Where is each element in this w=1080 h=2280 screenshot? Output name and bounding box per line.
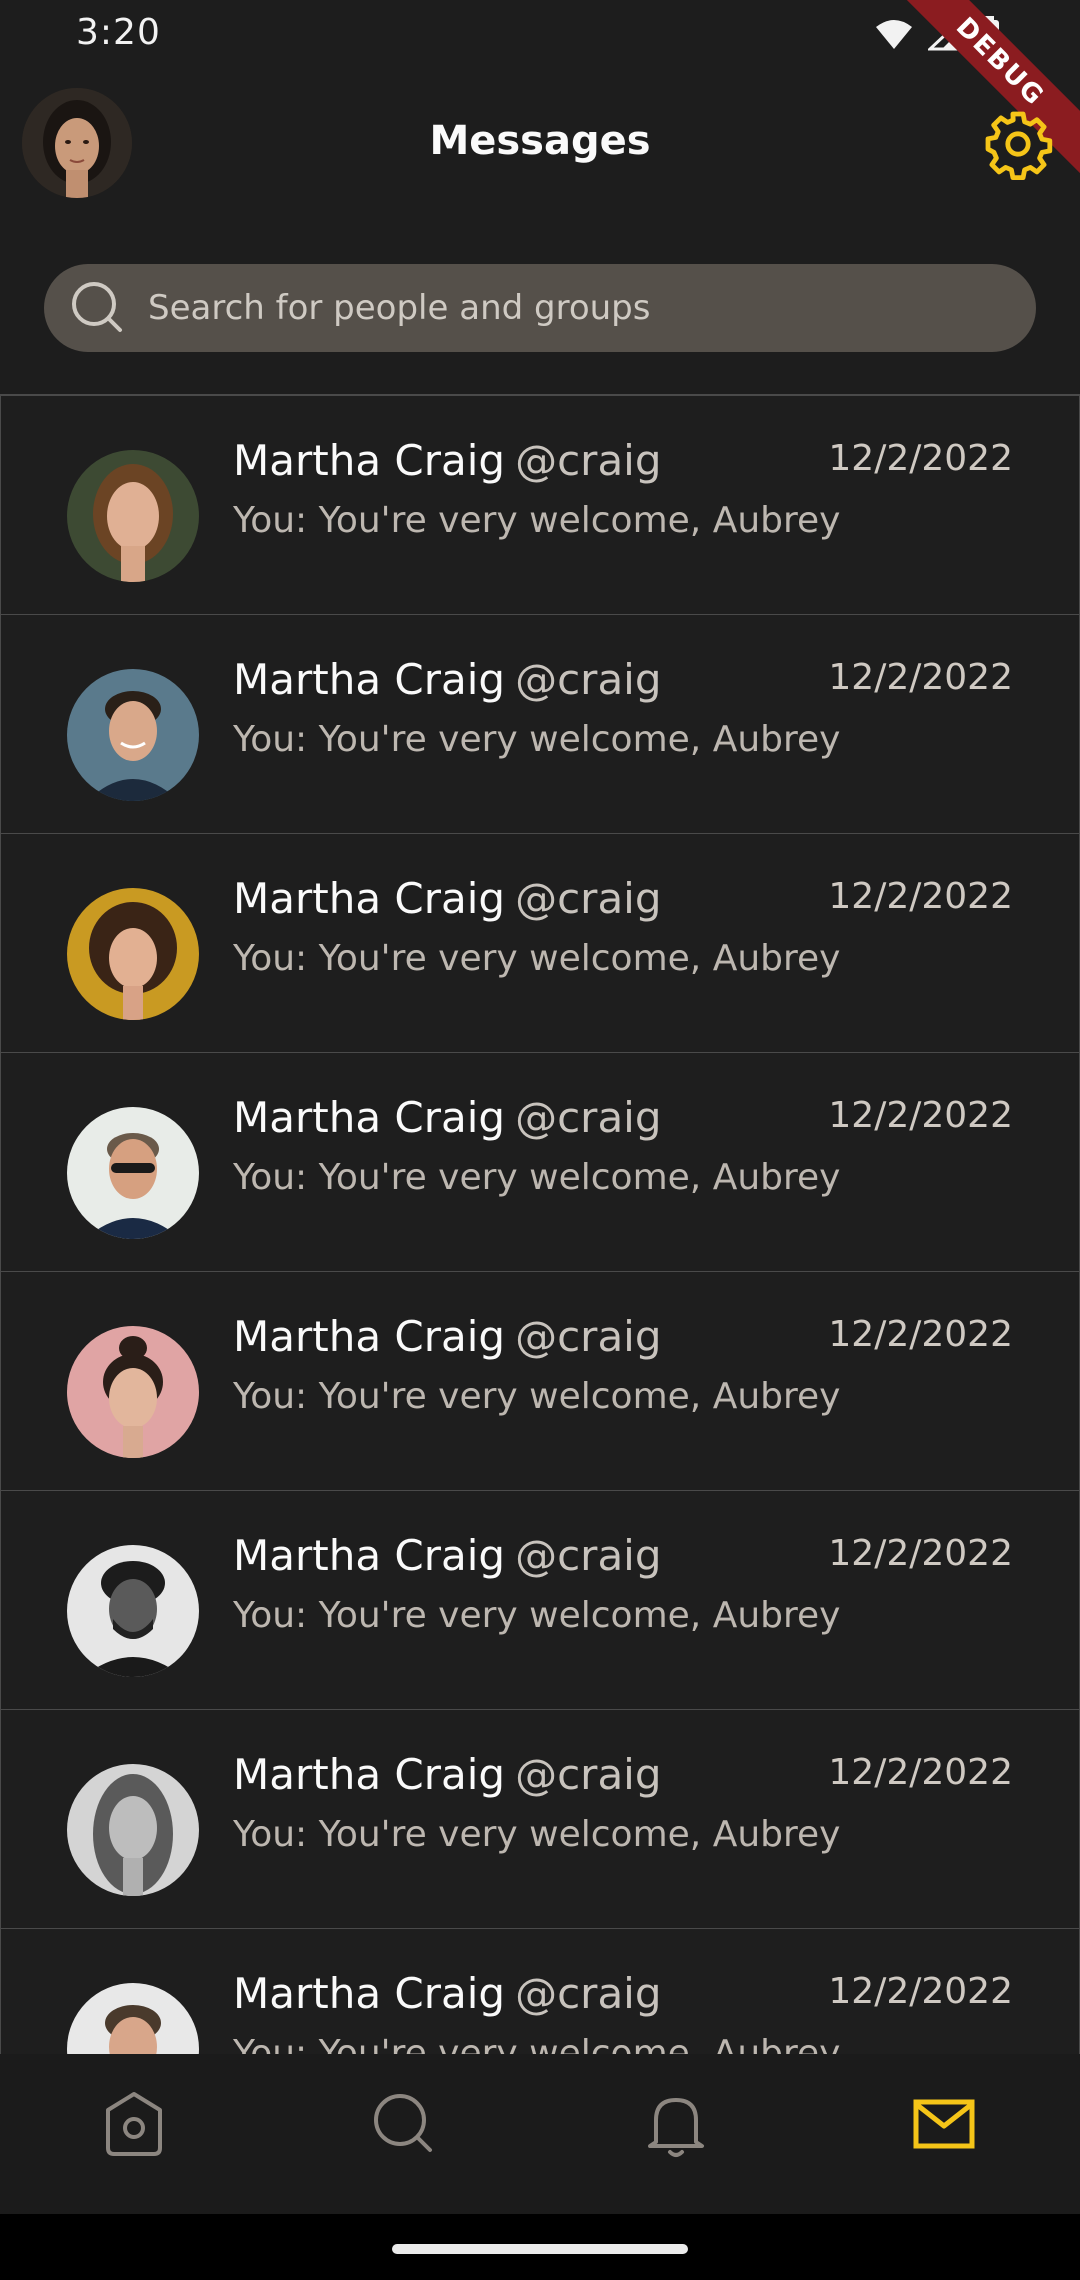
page-title: Messages — [429, 118, 651, 164]
message-row[interactable]: Martha Craig @craig 12/2/2022 You: You're… — [0, 1491, 1080, 1710]
contact-avatar — [67, 1326, 199, 1458]
contact-name-line: Martha Craig @craig — [233, 1312, 662, 1361]
contact-name-line: Martha Craig @craig — [233, 655, 662, 704]
contact-avatar — [67, 1545, 199, 1677]
message-row[interactable]: Martha Craig @craig 12/2/2022 You: You're… — [0, 1710, 1080, 1929]
contact-handle: @craig — [515, 1969, 662, 2018]
search-bar[interactable] — [44, 264, 1036, 352]
message-row[interactable]: Martha Craig @craig 12/2/2022 You: You're… — [0, 1053, 1080, 1272]
wifi-icon — [876, 20, 912, 49]
message-preview: You: You're very welcome, Aubrey — [233, 1814, 841, 1855]
home-indicator[interactable] — [392, 2244, 688, 2254]
message-list[interactable]: Martha Craig @craig 12/2/2022 You: You're… — [0, 394, 1080, 2056]
nav-search-button[interactable] — [364, 2084, 444, 2164]
bell-icon — [648, 2098, 704, 2157]
search-icon — [374, 2094, 432, 2152]
message-preview: You: You're very welcome, Aubrey — [233, 1157, 841, 1198]
message-row[interactable]: Martha Craig @craig 12/2/2022 You: You're… — [0, 396, 1080, 615]
message-row[interactable]: Martha Craig @craig 12/2/2022 You: You're… — [0, 615, 1080, 834]
contact-handle: @craig — [515, 1093, 662, 1142]
bottom-nav — [0, 2054, 1080, 2214]
message-date: 12/2/2022 — [828, 876, 1013, 917]
message-preview: You: You're very welcome, Aubrey — [233, 719, 841, 760]
contact-name: Martha Craig — [233, 1531, 506, 1580]
contact-name-line: Martha Craig @craig — [233, 1531, 662, 1580]
contact-handle: @craig — [515, 1531, 662, 1580]
contact-handle: @craig — [515, 1312, 662, 1361]
message-date: 12/2/2022 — [828, 438, 1013, 479]
contact-handle: @craig — [515, 1750, 662, 1799]
message-date: 12/2/2022 — [828, 1533, 1013, 1574]
contact-name: Martha Craig — [233, 1312, 506, 1361]
message-date: 12/2/2022 — [828, 1971, 1013, 2012]
message-date: 12/2/2022 — [828, 1314, 1013, 1355]
search-input[interactable] — [146, 287, 1000, 329]
message-preview: You: You're very welcome, Aubrey — [233, 500, 841, 541]
messages-screen: 3:20 DEBUG Messages Search for people an… — [0, 0, 1080, 2280]
contact-handle: @craig — [515, 436, 662, 485]
contact-name: Martha Craig — [233, 436, 506, 485]
gear-icon — [985, 111, 1053, 180]
contact-name-line: Martha Craig @craig — [233, 436, 662, 485]
contact-name-line: Martha Craig @craig — [233, 1969, 662, 2018]
settings-button[interactable] — [982, 108, 1054, 180]
contact-name-line: Martha Craig @craig — [233, 1750, 662, 1799]
message-preview: You: You're very welcome, Aubrey — [233, 1595, 841, 1636]
contact-name: Martha Craig — [233, 1093, 506, 1142]
contact-avatar — [67, 1764, 199, 1896]
contact-avatar — [67, 1983, 199, 2056]
message-date: 12/2/2022 — [828, 1095, 1013, 1136]
contact-name: Martha Craig — [233, 1750, 506, 1799]
contact-name-line: Martha Craig @craig — [233, 1093, 662, 1142]
message-row[interactable]: Martha Craig @craig 12/2/2022 You: You're… — [0, 1272, 1080, 1491]
contact-handle: @craig — [515, 874, 662, 923]
message-date: 12/2/2022 — [828, 657, 1013, 698]
contact-avatar — [67, 1107, 199, 1239]
status-time: 3:20 — [76, 12, 161, 53]
message-row[interactable]: Martha Craig @craig 12/2/2022 You: You're… — [0, 834, 1080, 1053]
message-preview: You: You're very welcome, Aubrey — [233, 938, 841, 979]
header: Messages — [0, 72, 1080, 220]
contact-name: Martha Craig — [233, 1969, 506, 2018]
gesture-bar — [0, 2214, 1080, 2280]
contact-avatar — [67, 669, 199, 801]
contact-avatar — [67, 450, 199, 582]
nav-notifications-button[interactable] — [636, 2084, 716, 2164]
message-preview: You: You're very welcome, Aubrey — [233, 2033, 841, 2056]
message-preview: You: You're very welcome, Aubrey — [233, 1376, 841, 1417]
contact-name: Martha Craig — [233, 874, 506, 923]
search-icon — [72, 282, 122, 332]
contact-handle: @craig — [515, 655, 662, 704]
contact-avatar — [67, 888, 199, 1020]
nav-home-button[interactable] — [94, 2084, 174, 2164]
home-icon — [106, 2092, 162, 2156]
nav-messages-button[interactable] — [904, 2084, 984, 2164]
message-date: 12/2/2022 — [828, 1752, 1013, 1793]
contact-name: Martha Craig — [233, 655, 506, 704]
contact-name-line: Martha Craig @craig — [233, 874, 662, 923]
mail-icon — [913, 2099, 975, 2149]
message-row[interactable]: Martha Craig @craig 12/2/2022 You: You're… — [0, 1929, 1080, 2056]
